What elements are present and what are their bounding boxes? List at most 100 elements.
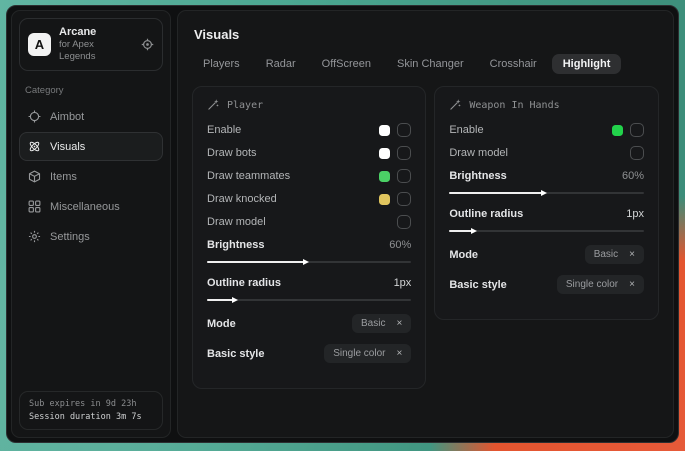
tab-crosshair[interactable]: Crosshair [479, 54, 548, 74]
selected-option-tag[interactable]: Single color × [557, 275, 644, 294]
slider-fill [449, 230, 472, 232]
selected-option-tag[interactable]: Basic × [585, 245, 644, 264]
items-cube-icon [28, 170, 41, 183]
setting-label: Draw bots [207, 147, 257, 159]
settings-gear-icon [28, 230, 41, 243]
tag-value: Basic [361, 318, 385, 329]
slider-thumb[interactable] [232, 297, 238, 303]
app-header: A Arcane for Apex Legends [19, 18, 163, 71]
tag-row-basic-style: Basic style Single color× [207, 344, 411, 363]
tab-offscreen[interactable]: OffScreen [311, 54, 382, 74]
checkbox[interactable] [397, 215, 411, 229]
aimbot-crosshair-icon [28, 110, 41, 123]
subscription-info: Sub expires in 9d 23h Session duration 3… [19, 391, 163, 430]
sidebar-item-label: Visuals [50, 141, 85, 153]
selected-option-tag[interactable]: Single color× [324, 344, 411, 363]
close-icon[interactable]: × [396, 349, 402, 359]
slider-thumb[interactable] [303, 259, 309, 265]
selected-option-tag[interactable]: Basic × [352, 314, 411, 333]
slider-label: Outline radius [449, 208, 523, 220]
color-swatch[interactable] [379, 148, 390, 159]
setting-label: Draw model [207, 216, 266, 228]
slider-row-outline-radius: Outline radius1px [207, 276, 411, 290]
color-swatch[interactable] [612, 125, 623, 136]
checkbox[interactable] [630, 146, 644, 160]
app-window: A Arcane for Apex Legends Category Aimbo… [6, 5, 679, 443]
setting-row-enable: Enable [449, 123, 644, 137]
close-icon[interactable]: × [629, 280, 635, 290]
slider-value: 1px [626, 208, 644, 220]
tab-highlight[interactable]: Highlight [552, 54, 622, 74]
tag-row-label: Mode [207, 318, 236, 330]
sidebar-nav: Aimbot Visuals Items Miscellaneous Settings [19, 102, 163, 252]
tag-row-label: Basic style [207, 348, 264, 360]
tab-radar[interactable]: Radar [255, 54, 307, 74]
panel-title: Weapon In Hands [469, 100, 559, 111]
color-swatch[interactable] [379, 194, 390, 205]
sidebar-item-label: Settings [50, 231, 90, 243]
tag-row-label: Mode [449, 249, 478, 261]
slider-value: 1px [394, 277, 412, 289]
color-swatch[interactable] [379, 125, 390, 136]
slider-value: 60% [622, 170, 644, 182]
tag-row-basic-style: Basic style Single color × [449, 275, 644, 294]
slider-row-outline-radius: Outline radius 1px [449, 207, 644, 221]
setting-row-draw-bots: Draw bots [207, 146, 411, 160]
slider-row-brightness: Brightness60% [207, 238, 411, 252]
tag-row-mode: Mode Basic × [449, 245, 644, 264]
setting-label: Draw knocked [207, 193, 277, 205]
sidebar-item-label: Items [50, 171, 77, 183]
tab-skin-changer[interactable]: Skin Changer [386, 54, 475, 74]
sidebar-item-label: Aimbot [50, 111, 84, 123]
setting-controls [379, 192, 411, 206]
tag-value: Single color [566, 279, 618, 290]
desktop-background: { "sidebar": { "logo_letter": "A", "app_… [0, 0, 685, 451]
setting-row-draw-teammates: Draw teammates [207, 169, 411, 183]
close-icon[interactable]: × [629, 250, 635, 260]
app-logo: A [28, 33, 51, 56]
color-swatch[interactable] [379, 171, 390, 182]
close-icon[interactable]: × [396, 319, 402, 329]
setting-controls [630, 146, 644, 160]
crosshair-icon[interactable] [141, 38, 154, 51]
checkbox[interactable] [630, 123, 644, 137]
wand-icon [449, 99, 461, 111]
setting-controls [379, 169, 411, 183]
tab-players[interactable]: Players [192, 54, 251, 74]
tag-value: Basic [594, 249, 618, 260]
visuals-atom-icon [28, 140, 41, 153]
slider-thumb[interactable] [541, 190, 547, 196]
sidebar-item-visuals[interactable]: Visuals [19, 132, 163, 161]
app-subtitle: for Apex Legends [59, 39, 125, 63]
setting-label: Enable [207, 124, 241, 136]
slider-fill [207, 261, 305, 263]
app-name: Arcane [59, 26, 125, 39]
panel-title: Player [227, 100, 263, 111]
sidebar-item-items[interactable]: Items [19, 162, 163, 191]
checkbox[interactable] [397, 146, 411, 160]
slider-track[interactable] [449, 192, 644, 194]
setting-controls [379, 146, 411, 160]
panel-header: Weapon In Hands [449, 99, 644, 111]
tag-row-mode: Mode Basic × [207, 314, 411, 333]
setting-controls [612, 123, 644, 137]
sidebar-item-miscellaneous[interactable]: Miscellaneous [19, 192, 163, 221]
checkbox[interactable] [397, 169, 411, 183]
slider-track[interactable] [449, 230, 644, 232]
wand-icon [207, 99, 219, 111]
sidebar-item-aimbot[interactable]: Aimbot [19, 102, 163, 131]
sidebar: A Arcane for Apex Legends Category Aimbo… [11, 10, 171, 438]
sidebar-item-label: Miscellaneous [50, 201, 120, 213]
sidebar-item-settings[interactable]: Settings [19, 222, 163, 251]
tag-row-label: Basic style [449, 279, 506, 291]
setting-label: Draw teammates [207, 170, 290, 182]
setting-row-draw-model: Draw model [449, 146, 644, 160]
panels-container: Player Enable Draw bots Draw teammates Draw … [192, 86, 659, 389]
checkbox[interactable] [397, 123, 411, 137]
slider-thumb[interactable] [471, 228, 477, 234]
slider-track[interactable] [207, 261, 411, 263]
panel-weapon-in-hands: Weapon In HandsEnableDraw modelBrightnes… [434, 86, 659, 320]
main-content: Visuals PlayersRadarOffScreenSkin Change… [177, 10, 674, 438]
checkbox[interactable] [397, 192, 411, 206]
slider-track[interactable] [207, 299, 411, 301]
